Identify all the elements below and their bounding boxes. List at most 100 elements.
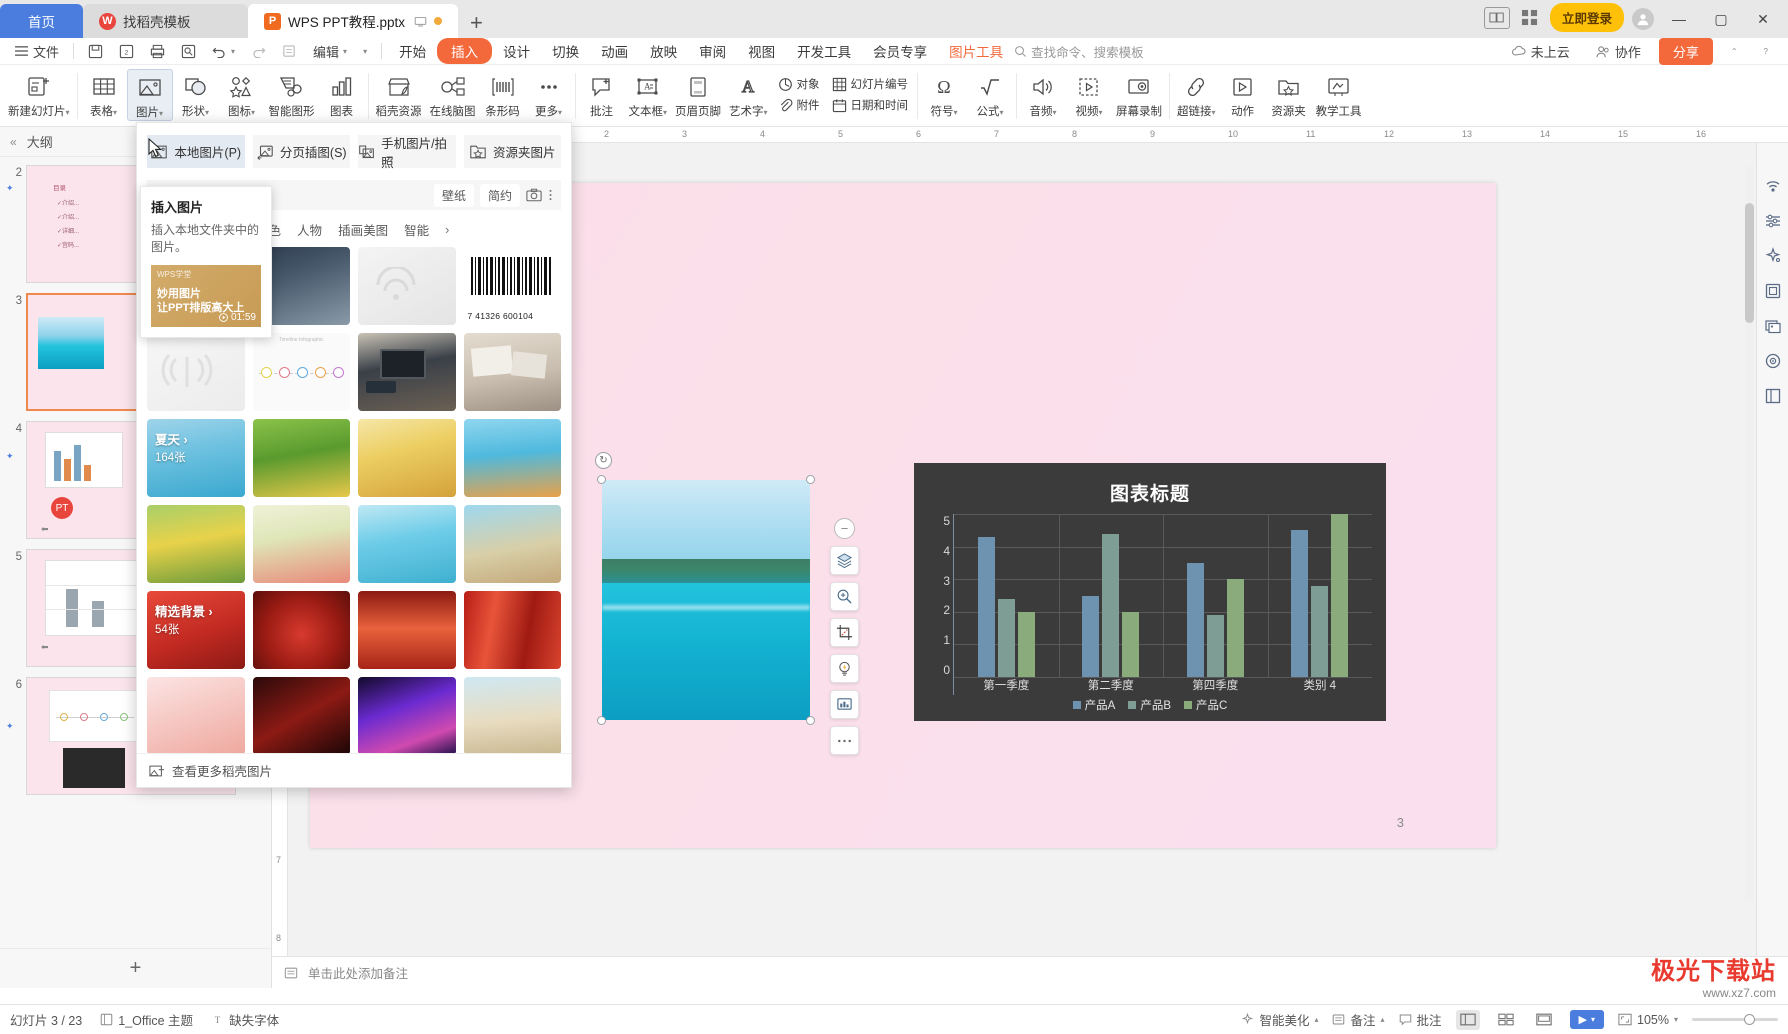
sidebar-focus[interactable] [1762, 350, 1784, 372]
picture-thumb[interactable] [147, 505, 245, 583]
picture-placeholder-selection[interactable]: ↻ [595, 452, 815, 725]
picture-thumb[interactable] [358, 333, 456, 411]
file-menu-button[interactable]: 文件 [6, 39, 67, 64]
sidebar-share[interactable] [1762, 175, 1784, 197]
redo-button[interactable] [243, 41, 274, 61]
chart-bar-group[interactable] [954, 514, 1059, 677]
sidebar-layout[interactable] [1762, 385, 1784, 407]
picture-thumb[interactable] [358, 247, 456, 325]
view-sorter-button[interactable] [1494, 1010, 1518, 1030]
replace-button[interactable] [830, 690, 859, 719]
undo-caret-icon[interactable]: ▾ [231, 47, 235, 56]
tab-member[interactable]: 会员专享 [862, 38, 938, 64]
tab-home[interactable]: 首页 [0, 4, 83, 38]
ribbon-collapse-button[interactable]: ⌃ [1723, 44, 1746, 59]
chart-bar[interactable] [1331, 514, 1349, 677]
ribbon-smartart[interactable]: 智能图形 [265, 69, 319, 119]
chart-bar-group[interactable] [1059, 514, 1164, 677]
picture-thumb[interactable] [147, 677, 245, 753]
ribbon-comment[interactable]: 批注 [579, 69, 625, 119]
chart-bar[interactable] [1311, 585, 1329, 677]
picture-thumb[interactable] [358, 505, 456, 583]
restore-icon[interactable] [1483, 6, 1510, 29]
ribbon-picture[interactable]: 图片▾ [126, 69, 173, 121]
ribbon-icons[interactable]: 图标▾ [219, 69, 265, 119]
fit-screen-button[interactable]: 105% ▾ [1618, 1013, 1678, 1027]
chart-bar[interactable] [1082, 595, 1100, 677]
ribbon-mindmap[interactable]: 在线脑图 [426, 69, 480, 119]
chart-bar-group[interactable] [1163, 514, 1268, 677]
ribbon-symbol[interactable]: Ω 符号▾ [921, 69, 967, 119]
category-people[interactable]: 人物 [297, 220, 322, 239]
chart-bar[interactable] [977, 536, 995, 677]
picture-thumb[interactable] [147, 333, 245, 411]
crop-button[interactable] [830, 618, 859, 647]
picture-thumb[interactable] [252, 677, 350, 753]
camera-icon[interactable] [526, 188, 542, 202]
help-button[interactable]: ? [1756, 44, 1776, 59]
ribbon-textbox[interactable]: A 文本框▾ [625, 69, 672, 119]
status-theme[interactable]: 1_Office 主题 [100, 1010, 193, 1029]
view-normal-button[interactable] [1455, 1009, 1480, 1030]
collapse-left-icon[interactable]: « [10, 135, 17, 149]
ribbon-hyperlink[interactable]: 超链接▾ [1173, 69, 1220, 119]
tab-animation[interactable]: 动画 [590, 38, 639, 64]
tab-start[interactable]: 开始 [388, 38, 437, 64]
layers-button[interactable] [830, 546, 859, 575]
chart-bar[interactable] [1102, 533, 1120, 677]
avatar[interactable] [1632, 8, 1654, 30]
save-button[interactable] [80, 41, 111, 62]
picture-thumb-barcode[interactable]: 7 41326 600104 [463, 247, 561, 325]
resource-folder-picture-button[interactable]: 资源夹图片 [463, 135, 561, 168]
picture-thumb[interactable] [358, 677, 456, 753]
picture-collection-summer[interactable]: 夏天 › 164张 [147, 419, 245, 497]
bar-chart[interactable]: 图表标题 5 4 3 2 1 0 第一季度 第二季度 第四季度 类别 4 产品A 产品B 产品C [914, 463, 1386, 721]
tab-review[interactable]: 审阅 [688, 38, 737, 64]
login-button[interactable]: 立即登录 [1549, 3, 1624, 32]
category-illustration[interactable]: 插画美图 [338, 220, 388, 239]
notes-bar[interactable]: 单击此处添加备注 [272, 956, 1788, 988]
tab-insert[interactable]: 插入 [437, 38, 493, 64]
slideshow-play-button[interactable]: ▶ ▾ [1569, 1010, 1604, 1029]
picture-panel-footer[interactable]: 查看更多稻壳图片 [137, 753, 571, 787]
picture-thumb[interactable] [252, 419, 350, 497]
outline-tab-label[interactable]: 大纲 [27, 132, 53, 151]
zoom-button[interactable] [830, 582, 859, 611]
chart-bar[interactable] [1186, 562, 1204, 677]
zoom-slider-knob[interactable] [1744, 1014, 1755, 1025]
picture-thumb[interactable] [463, 505, 561, 583]
chart-legend-item[interactable]: 产品B [1128, 697, 1171, 713]
add-slide-button[interactable]: + [0, 948, 271, 988]
resize-handle-bl[interactable] [597, 716, 606, 725]
chip-wallpaper[interactable]: 壁纸 [433, 183, 474, 207]
tab-view[interactable]: 视图 [737, 38, 786, 64]
picture-thumb[interactable] [463, 419, 561, 497]
ribbon-wordart[interactable]: A 艺术字▾ [725, 69, 772, 119]
share-button[interactable]: 分享 [1658, 37, 1713, 65]
minimize-button[interactable]: — [1662, 0, 1696, 38]
ribbon-video[interactable]: 视频▾ [1066, 69, 1112, 119]
ribbon-chart[interactable]: 图表 [319, 69, 365, 119]
status-beautify-button[interactable]: 智能美化 ▴ [1241, 1010, 1318, 1029]
save-as-button[interactable]: 2 [111, 41, 142, 62]
status-notes-button[interactable]: 备注 ▴ [1332, 1010, 1385, 1029]
ribbon-attachment[interactable]: 附件 [774, 96, 824, 114]
ribbon-docer-resource[interactable]: 稻壳资源 [372, 69, 426, 119]
tab-docer-template[interactable]: W 找稻壳模板 [83, 4, 248, 38]
status-font-missing[interactable]: T 缺失字体 [211, 1010, 279, 1029]
more-dots-icon[interactable] [548, 187, 553, 203]
cloud-status-button[interactable]: 未上云 [1503, 39, 1578, 64]
tab-developer[interactable]: 开发工具 [786, 38, 862, 64]
chip-simple[interactable]: 简约 [479, 183, 520, 207]
monitor-icon[interactable] [414, 15, 427, 28]
ribbon-new-slide[interactable]: 新建幻灯片▾ [4, 69, 74, 119]
ribbon-header-footer[interactable]: 页眉页脚 [671, 69, 725, 119]
ribbon-slide-number[interactable]: 幻灯片编号 [828, 75, 913, 93]
chart-bar[interactable] [1206, 615, 1224, 677]
tab-slideshow[interactable]: 放映 [639, 38, 688, 64]
beautify-button[interactable] [830, 654, 859, 683]
tab-presentation-file[interactable]: P WPS PPT教程.pptx [248, 4, 458, 38]
ribbon-screen-record[interactable]: 屏幕录制 [1112, 69, 1166, 119]
phone-photo-button[interactable]: 手机图片/拍照 [358, 135, 456, 170]
chart-bar[interactable] [997, 598, 1015, 677]
